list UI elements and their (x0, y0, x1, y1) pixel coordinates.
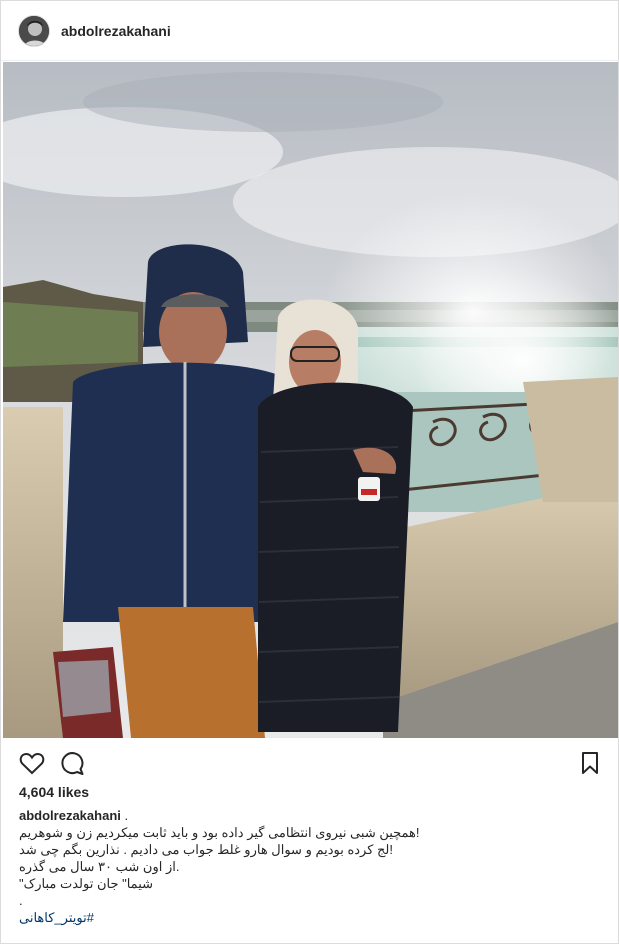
bookmark-icon[interactable] (576, 749, 604, 777)
caption-line: !همچین شبی نیروی انتظامی گیر داده بود و … (19, 825, 420, 840)
caption-hashtag[interactable]: #تویتر_کاهانی (19, 909, 609, 926)
post-card: abdolrezakahani 4,604 likes abdolrezakah… (0, 0, 619, 944)
post-actions (1, 741, 619, 785)
caption-line: !لج کرده بودیم و سوال هارو غلط جواب می د… (19, 842, 393, 857)
caption-username-suffix: . (120, 808, 129, 823)
post-photo[interactable] (3, 62, 618, 738)
caption-line: شیما" جان تولدت مبارک" (19, 876, 154, 891)
heart-icon[interactable] (18, 749, 46, 777)
header-username[interactable]: abdolrezakahani (61, 23, 171, 39)
caption-line: .از اون شب ۳۰ سال می گذره (19, 859, 180, 874)
comment-bubble-icon[interactable] (58, 749, 86, 777)
caption-username[interactable]: abdolrezakahani (19, 808, 121, 823)
caption-line: . (19, 893, 23, 908)
post-caption: abdolrezakahani . !همچین شبی نیروی انتظا… (19, 807, 609, 926)
profile-avatar[interactable] (18, 15, 50, 47)
likes-count[interactable]: 4,604 likes (19, 784, 89, 800)
post-header: abdolrezakahani (1, 1, 619, 61)
caption-header: abdolrezakahani . (19, 807, 609, 824)
